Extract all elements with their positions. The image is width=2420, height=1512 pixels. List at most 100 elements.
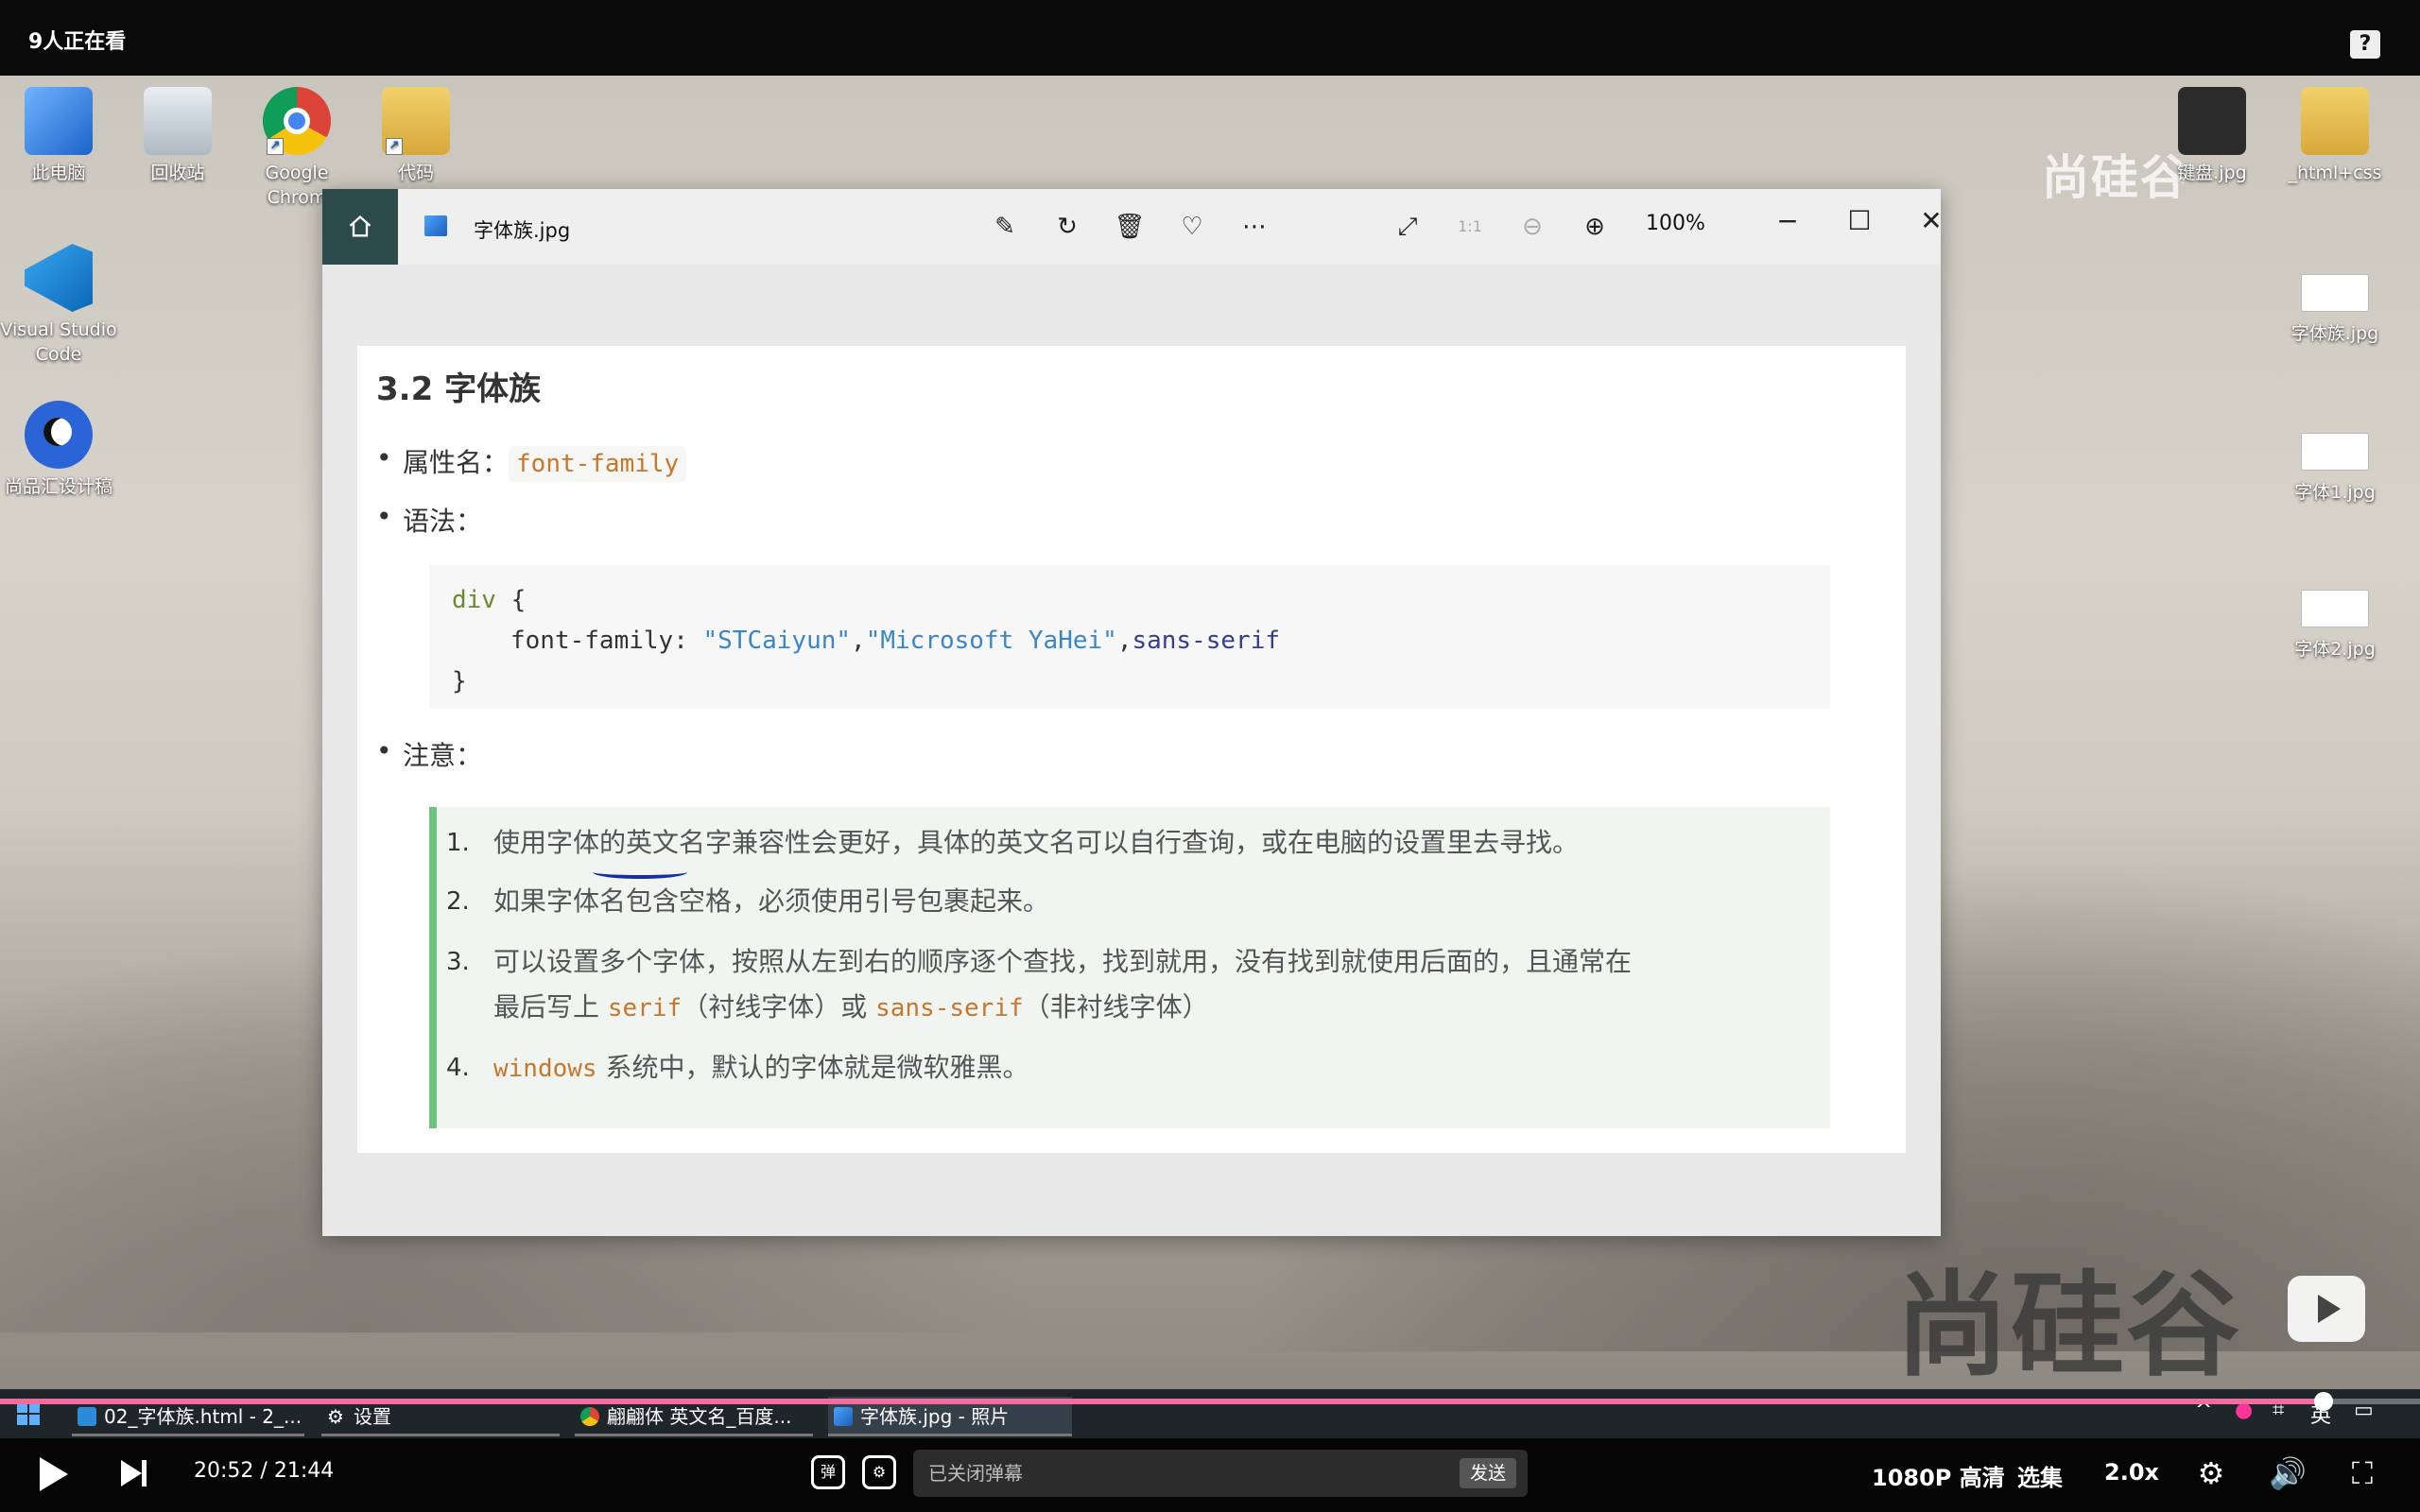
shortcut-arrow-icon: ↗ xyxy=(386,138,403,155)
zoom-in-icon[interactable]: ⊕ xyxy=(1578,210,1612,244)
desktop-icon-keyboard[interactable]: 键盘.jpg xyxy=(2153,87,2271,185)
note-item: 3. 可以设置多个字体，按照从左到右的顺序逐个查找，找到就用，没有找到就使用后面… xyxy=(446,939,1633,1031)
more-icon[interactable]: ⋯ xyxy=(1237,210,1271,244)
time-display: 20:52 / 21:44 xyxy=(194,1459,334,1483)
favorite-icon[interactable]: ♡ xyxy=(1175,210,1209,244)
code-brace: } xyxy=(452,667,467,696)
close-button[interactable]: ✕ xyxy=(1903,202,1960,240)
taskbar-item-label: 字体族.jpg - 照片 xyxy=(860,1405,1010,1428)
desktop-icon-font2-jpg[interactable]: 字体2.jpg xyxy=(2276,578,2394,662)
current-time: 20:52 xyxy=(194,1459,254,1483)
note-text: 最后写上 xyxy=(493,991,608,1022)
desktop-icon-vscode[interactable]: Visual Studio Code xyxy=(0,244,117,367)
note-code: windows xyxy=(493,1055,597,1083)
vscode-icon xyxy=(25,244,93,312)
code-comma: , xyxy=(1116,627,1132,655)
desktop-icon-label: 回收站 xyxy=(150,163,205,183)
bullet-note: 注意： xyxy=(376,735,483,773)
image-icon xyxy=(2301,433,2369,471)
speed-selector[interactable]: 2.0x xyxy=(2104,1459,2159,1486)
danmaku-settings-icon[interactable]: ⚙ xyxy=(862,1455,896,1489)
desktop-icon-design[interactable]: 尚品汇设计稿 xyxy=(0,401,117,499)
desktop-icon-label: Google Chrom xyxy=(265,163,329,208)
note-text: 可以设置多个字体，按照从左到右的顺序逐个查找，找到就用，没有找到就使用后面的，且… xyxy=(493,946,1633,977)
help-icon[interactable]: ? xyxy=(2350,30,2380,59)
desktop-icon-font-family-jpg[interactable]: 字体族.jpg xyxy=(2276,263,2394,346)
fullscreen-icon[interactable]: ⤢ xyxy=(1391,210,1425,244)
folder-icon xyxy=(2301,87,2369,155)
player-controls: 20:52 / 21:44 弹 ⚙ 已关闭弹幕 发送 1080P 高清 选集 2… xyxy=(0,1438,2420,1512)
quality-selector[interactable]: 1080P 高清 xyxy=(1872,1459,2005,1492)
note-item: 2. 如果字体名包含空格，必须使用引号包裹起来。 xyxy=(446,879,1049,924)
danmaku-input[interactable]: 已关闭弹幕 发送 xyxy=(913,1450,1528,1497)
desktop-icon-code-folder[interactable]: ↗ 代码 xyxy=(357,87,475,185)
property-label: 属性名： xyxy=(403,447,510,478)
desktop-icon-label: 字体1.jpg xyxy=(2294,482,2376,503)
code-colon: : xyxy=(673,627,703,655)
send-button[interactable]: 发送 xyxy=(1460,1458,1516,1488)
maximize-button[interactable]: ☐ xyxy=(1831,202,1888,240)
danmaku-toggle-icon[interactable]: 弹 xyxy=(811,1455,845,1489)
watermark-logo-large: 尚硅谷 xyxy=(1895,1261,2241,1389)
file-name: 字体族.jpg xyxy=(474,219,571,242)
video-progress-handle[interactable] xyxy=(2313,1392,2333,1411)
folder-icon: ↗ xyxy=(382,87,450,155)
bullet-property: 属性名：font-family xyxy=(376,442,687,482)
computer-icon xyxy=(25,87,93,155)
note-text: （非衬线字体） xyxy=(1023,991,1209,1022)
desktop-icon-label: 字体族.jpg xyxy=(2290,323,2379,344)
desktop-icon-label: 字体2.jpg xyxy=(2294,639,2376,660)
delete-icon[interactable]: 🗑 xyxy=(1113,210,1147,244)
code-string: "Microsoft YaHei" xyxy=(865,627,1117,655)
code-comma: , xyxy=(851,627,866,655)
taskbar-item-label: 翩翩体 英文名_百度... xyxy=(607,1405,792,1428)
property-code: font-family xyxy=(509,446,687,482)
desktop-icon-this-pc[interactable]: 此电脑 xyxy=(0,87,117,185)
note-number: 2. xyxy=(446,887,470,916)
chrome-icon: ↗ xyxy=(263,87,331,155)
play-overlay-icon[interactable] xyxy=(2288,1276,2365,1342)
zoom-level: 100% xyxy=(1646,212,1705,235)
fullscreen-player-icon[interactable]: ⛶ xyxy=(2344,1455,2380,1491)
note-text: （衬线字体）或 xyxy=(682,991,876,1022)
note-number: 1. xyxy=(446,829,470,857)
rotate-icon[interactable]: ↻ xyxy=(1050,210,1084,244)
windows-start-icon[interactable] xyxy=(17,1402,40,1425)
code-block: div { font-family: "STCaiyun","Microsoft… xyxy=(429,565,1830,709)
volume-icon[interactable]: 🔊 xyxy=(2269,1455,2307,1491)
next-button[interactable] xyxy=(121,1460,147,1486)
watching-count: 9人正在看 xyxy=(28,30,127,54)
desktop-icon-recycle-bin[interactable]: 回收站 xyxy=(119,87,236,185)
danmaku-placeholder: 已关闭弹幕 xyxy=(928,1462,1023,1485)
image-file-icon xyxy=(424,215,447,236)
bullet-syntax: 语法： xyxy=(376,501,482,539)
settings-gear-icon[interactable]: ⚙ xyxy=(2193,1455,2229,1491)
player-top-bar: 9人正在看 ? xyxy=(0,0,2420,76)
play-button[interactable] xyxy=(40,1457,68,1491)
actual-size-icon[interactable]: 1:1 xyxy=(1453,210,1487,244)
note-text: 系统中，默认的字体就是微软雅黑。 xyxy=(596,1052,1029,1083)
note-box: 1. 使用字体的英文名字兼容性会更好，具体的英文名可以自行查询，或在电脑的设置里… xyxy=(429,807,1830,1128)
zoom-out-icon[interactable]: ⊖ xyxy=(1515,210,1549,244)
desktop-icon-font1-jpg[interactable]: 字体1.jpg xyxy=(2276,421,2394,505)
time-separator: / xyxy=(260,1459,268,1483)
section-heading: 3.2 字体族 xyxy=(376,370,542,408)
video-progress-fill xyxy=(0,1399,2324,1404)
minimize-button[interactable]: − xyxy=(1759,202,1816,240)
code-value: sans-serif xyxy=(1132,627,1281,655)
desktop-icon-html-css[interactable]: _html+css xyxy=(2276,87,2394,185)
episodes-button[interactable]: 选集 xyxy=(2017,1459,2063,1492)
desktop-icon-label: 键盘.jpg xyxy=(2177,163,2247,183)
note-label: 注意： xyxy=(403,740,483,771)
video-progress-bar[interactable] xyxy=(0,1392,2420,1411)
shortcut-arrow-icon: ↗ xyxy=(267,138,284,155)
edit-icon[interactable]: ✎ xyxy=(988,210,1022,244)
note-item: 4. windows 系统中，默认的字体就是微软雅黑。 xyxy=(446,1045,1029,1091)
home-button[interactable] xyxy=(322,189,398,265)
code-line: font-family: "STCaiyun","Microsoft YaHei… xyxy=(452,621,1807,662)
code-brace: { xyxy=(495,586,527,614)
chrome-icon xyxy=(580,1407,599,1426)
app-icon xyxy=(25,401,93,469)
image-icon xyxy=(2301,274,2369,312)
code-line: div { xyxy=(452,580,1807,621)
